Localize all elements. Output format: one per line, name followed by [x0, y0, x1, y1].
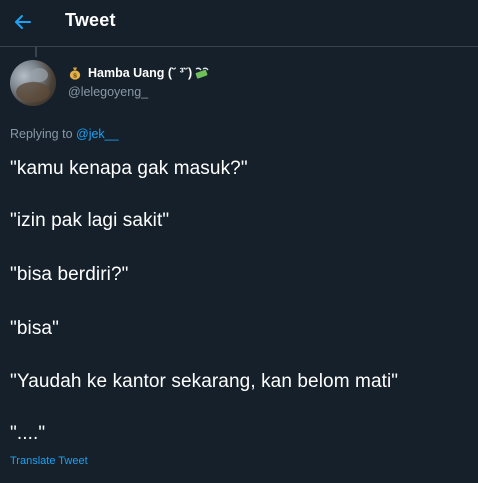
avatar-detail — [30, 68, 48, 82]
back-button[interactable] — [10, 8, 36, 36]
tweet-view: Tweet $ Hamba Uang (˘ ³˘) @lelegoyeng_ R… — [0, 0, 478, 483]
avatar-detail — [16, 82, 50, 102]
tweet-line: "bisa" — [10, 318, 59, 339]
page-title: Tweet — [65, 10, 116, 30]
translate-tweet-link[interactable]: Translate Tweet — [10, 455, 88, 467]
tweet-line: "...." — [10, 423, 46, 444]
tweet-line: "izin pak lagi sakit" — [10, 210, 170, 231]
thread-connector-line — [35, 47, 37, 57]
mention-link[interactable]: @jek__ — [76, 127, 119, 141]
avatar[interactable] — [10, 60, 56, 106]
tweet-line: "bisa berdiri?" — [10, 264, 129, 285]
replying-to-prefix: Replying to — [10, 127, 77, 141]
tweet-line: "kamu kenapa gak masuk?" — [10, 158, 248, 179]
tweet-line: "Yaudah ke kantor sekarang, kan belom ma… — [10, 371, 399, 392]
display-name: Hamba Uang (˘ ³˘) — [88, 66, 193, 80]
svg-text:$: $ — [73, 72, 78, 80]
money-with-wings-icon — [195, 67, 209, 79]
arrow-left-icon — [15, 15, 31, 29]
replying-to: Replying to @jek__ — [10, 127, 119, 141]
author-name-row[interactable]: $ Hamba Uang (˘ ³˘) — [68, 66, 210, 80]
author-handle[interactable]: @lelegoyeng_ — [68, 85, 148, 99]
header-bar: Tweet — [0, 0, 478, 47]
money-bag-icon: $ — [69, 67, 81, 80]
